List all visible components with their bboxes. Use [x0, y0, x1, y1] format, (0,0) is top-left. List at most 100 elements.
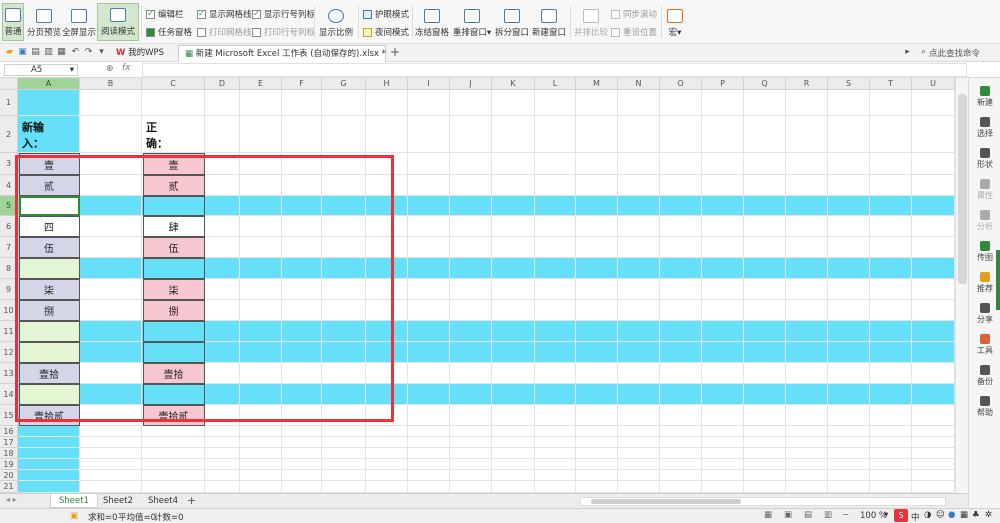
print-icon[interactable]: ▤	[30, 47, 41, 58]
grid-cell[interactable]	[205, 116, 240, 153]
grid-cell[interactable]	[744, 448, 786, 459]
grid-cell[interactable]	[870, 405, 912, 426]
column-header-n[interactable]: N	[618, 78, 660, 90]
column-header-d[interactable]: D	[205, 78, 240, 90]
grid-cell[interactable]	[535, 175, 576, 196]
grid-cell[interactable]	[744, 470, 786, 481]
grid-cell[interactable]	[912, 321, 955, 342]
grid-cell[interactable]	[912, 116, 955, 153]
grid-cell[interactable]	[744, 342, 786, 363]
grid-cell[interactable]	[660, 216, 702, 237]
grid-cell[interactable]	[535, 196, 576, 216]
grid-cell[interactable]	[702, 237, 744, 258]
grid-cell[interactable]	[702, 116, 744, 153]
grid-cell[interactable]	[322, 437, 366, 448]
grid-cell[interactable]	[828, 237, 870, 258]
row-header-18[interactable]: 18	[0, 448, 18, 459]
ime-chinese-icon[interactable]: 中	[911, 511, 920, 523]
grid-cell[interactable]	[80, 437, 142, 448]
name-box[interactable]: A5 ▾	[4, 64, 78, 76]
grid-cell[interactable]	[870, 90, 912, 116]
grid-cell[interactable]	[408, 196, 450, 216]
grid-cell[interactable]	[912, 237, 955, 258]
grid-cell[interactable]	[828, 116, 870, 153]
grid-cell[interactable]	[492, 363, 535, 384]
search-command-icon[interactable]: ⌕	[918, 47, 929, 58]
grid-cell[interactable]	[576, 437, 618, 448]
grid-cell[interactable]	[492, 405, 535, 426]
grid-cell[interactable]	[282, 90, 322, 116]
grid-cell[interactable]	[702, 459, 744, 470]
grid-cell[interactable]	[240, 470, 282, 481]
grid-cell[interactable]	[450, 116, 492, 153]
column-header-r[interactable]: R	[786, 78, 828, 90]
column-header-a[interactable]: A	[18, 78, 80, 90]
grid-cell[interactable]	[618, 448, 660, 459]
grid-cell[interactable]	[142, 470, 205, 481]
emoji-icon[interactable]: ☺	[936, 510, 945, 520]
grid-cell[interactable]	[576, 175, 618, 196]
row-header-21[interactable]: 21	[0, 481, 18, 493]
column-header-j[interactable]: J	[450, 78, 492, 90]
grid-cell[interactable]	[702, 481, 744, 493]
grid-cell[interactable]	[870, 175, 912, 196]
grid-cell[interactable]	[618, 426, 660, 437]
grid-cell[interactable]	[450, 459, 492, 470]
grid-cell[interactable]	[618, 279, 660, 300]
grid-cell[interactable]	[702, 437, 744, 448]
grid-cell[interactable]	[828, 470, 870, 481]
grid-cell[interactable]	[618, 258, 660, 279]
grid-cell[interactable]	[450, 481, 492, 493]
task-pane-checkbox[interactable]: 任务窗格	[146, 26, 192, 38]
grid-cell[interactable]	[240, 459, 282, 470]
grid-cell[interactable]	[282, 426, 322, 437]
grid-cell[interactable]	[828, 448, 870, 459]
eye-protect-button[interactable]: 护眼模式	[363, 8, 409, 20]
grid-cell[interactable]	[618, 321, 660, 342]
grid-cell[interactable]	[576, 216, 618, 237]
grid-cell[interactable]	[870, 153, 912, 175]
grid-cell[interactable]	[535, 258, 576, 279]
grid-cell[interactable]	[450, 448, 492, 459]
punctuation-icon[interactable]: ◑	[924, 510, 931, 520]
undo-icon[interactable]: ↶	[70, 47, 81, 58]
grid-cell[interactable]	[618, 153, 660, 175]
grid-cell[interactable]	[912, 363, 955, 384]
grid-cell[interactable]	[142, 90, 205, 116]
grid-cell[interactable]	[450, 300, 492, 321]
grid-cell[interactable]	[576, 470, 618, 481]
grid-cell[interactable]	[18, 459, 80, 470]
grid-cell[interactable]	[322, 448, 366, 459]
column-header-t[interactable]: T	[870, 78, 912, 90]
grid-cell[interactable]	[535, 426, 576, 437]
zoom-magnifier-icon[interactable]: ⊕	[106, 64, 114, 74]
grid-cell[interactable]	[702, 342, 744, 363]
page-break-preview-button[interactable]: 分页预览	[26, 3, 62, 41]
grid-cell[interactable]	[660, 384, 702, 405]
grid-cell[interactable]	[744, 300, 786, 321]
grid-cell[interactable]	[576, 426, 618, 437]
grid-cell[interactable]	[492, 237, 535, 258]
grid-cell[interactable]	[870, 237, 912, 258]
grid-cell[interactable]	[912, 384, 955, 405]
grid-cell[interactable]	[80, 470, 142, 481]
new-window-button[interactable]: 新建窗口	[531, 3, 567, 41]
grid-cell[interactable]	[322, 481, 366, 493]
freeze-panes-button[interactable]: 冻结窗格	[414, 3, 450, 41]
grid-cell[interactable]	[660, 481, 702, 493]
panel-help-button[interactable]: 帮助	[969, 396, 1000, 418]
grid-cell[interactable]	[408, 426, 450, 437]
grid-cell[interactable]	[408, 237, 450, 258]
zoom-ratio-button[interactable]: 显示比例	[318, 3, 354, 41]
column-header-u[interactable]: U	[912, 78, 955, 90]
grid-cell[interactable]	[576, 342, 618, 363]
grid-cell[interactable]	[660, 459, 702, 470]
grid-cell[interactable]	[366, 426, 408, 437]
grid-cell[interactable]	[282, 116, 322, 153]
grid-cell[interactable]	[786, 258, 828, 279]
grid-cell[interactable]	[870, 459, 912, 470]
grid-cell[interactable]	[80, 459, 142, 470]
grid-cell[interactable]	[322, 426, 366, 437]
grid-cell[interactable]	[786, 384, 828, 405]
grid-cell[interactable]	[744, 216, 786, 237]
